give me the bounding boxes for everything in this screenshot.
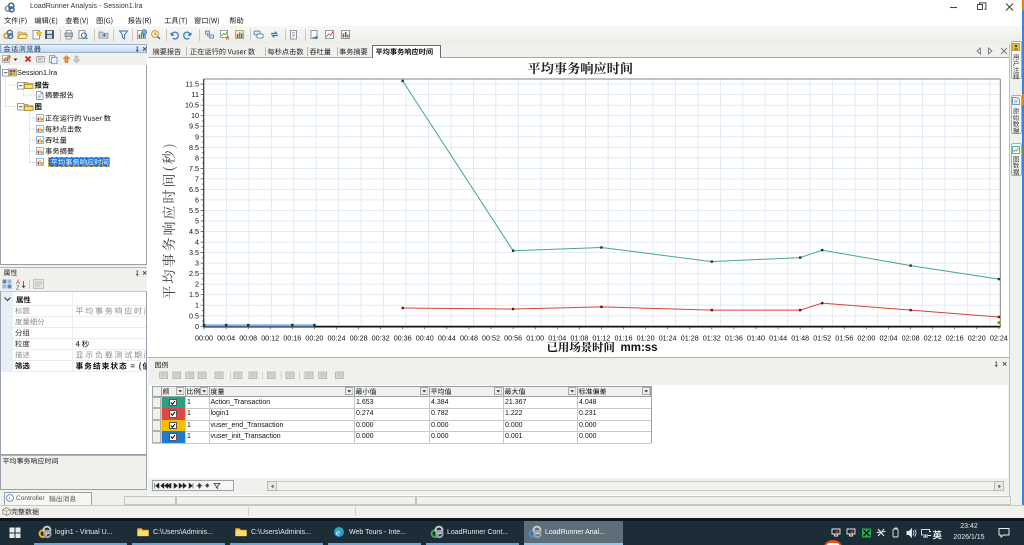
svg-text:11.5: 11.5 bbox=[186, 80, 199, 89]
svg-text:00:08: 00:08 bbox=[239, 334, 257, 343]
svg-text:9: 9 bbox=[195, 132, 199, 141]
svg-text:0.5: 0.5 bbox=[189, 311, 199, 320]
svg-text:01:52: 01:52 bbox=[813, 334, 831, 343]
svg-text:00:28: 00:28 bbox=[350, 334, 368, 343]
svg-text:e: e bbox=[336, 528, 340, 538]
svg-text:8: 8 bbox=[195, 153, 199, 162]
svg-text:00:48: 00:48 bbox=[460, 334, 478, 343]
svg-text:4: 4 bbox=[195, 238, 199, 247]
svg-text:7: 7 bbox=[195, 174, 199, 183]
svg-text:01:04: 01:04 bbox=[548, 334, 566, 343]
svg-text:9.5: 9.5 bbox=[189, 122, 199, 131]
svg-text:10.5: 10.5 bbox=[185, 101, 199, 110]
svg-text:02:00: 02:00 bbox=[857, 334, 875, 343]
svg-text:01:12: 01:12 bbox=[592, 334, 610, 343]
svg-text:01:40: 01:40 bbox=[747, 334, 765, 343]
svg-text:3.5: 3.5 bbox=[189, 248, 199, 257]
svg-text:00:36: 00:36 bbox=[394, 334, 412, 343]
svg-text:8.5: 8.5 bbox=[189, 143, 199, 152]
svg-text:4.5: 4.5 bbox=[189, 227, 199, 236]
svg-text:00:40: 00:40 bbox=[416, 334, 434, 343]
svg-text:01:36: 01:36 bbox=[725, 334, 743, 343]
svg-text:01:28: 01:28 bbox=[681, 334, 699, 343]
svg-text:0: 0 bbox=[195, 322, 199, 331]
svg-text:6: 6 bbox=[195, 195, 199, 204]
svg-text:00:20: 00:20 bbox=[305, 334, 323, 343]
svg-text:11: 11 bbox=[192, 90, 199, 99]
svg-text:01:56: 01:56 bbox=[835, 334, 853, 343]
svg-text:2.5: 2.5 bbox=[189, 269, 199, 278]
svg-text:02:08: 02:08 bbox=[902, 334, 920, 343]
svg-text:00:16: 00:16 bbox=[283, 334, 301, 343]
svg-text:01:48: 01:48 bbox=[791, 334, 809, 343]
svg-text:02:04: 02:04 bbox=[880, 334, 898, 343]
svg-text:00:32: 00:32 bbox=[372, 334, 390, 343]
svg-text:01:44: 01:44 bbox=[769, 334, 787, 343]
svg-text:00:00: 00:00 bbox=[195, 334, 213, 343]
svg-text:01:24: 01:24 bbox=[659, 334, 677, 343]
svg-text:02:12: 02:12 bbox=[924, 334, 942, 343]
svg-text:01:32: 01:32 bbox=[703, 334, 721, 343]
svg-text:7.5: 7.5 bbox=[189, 164, 199, 173]
svg-text:01:08: 01:08 bbox=[570, 334, 588, 343]
svg-text:5: 5 bbox=[195, 217, 199, 226]
svg-text:00:44: 00:44 bbox=[438, 334, 456, 343]
svg-text:1: 1 bbox=[195, 301, 199, 310]
svg-text:00:56: 00:56 bbox=[504, 334, 522, 343]
svg-text:10: 10 bbox=[191, 111, 199, 120]
svg-text:02:16: 02:16 bbox=[946, 334, 964, 343]
svg-text:5.5: 5.5 bbox=[189, 206, 199, 215]
svg-text:00:52: 00:52 bbox=[482, 334, 500, 343]
svg-text:00:04: 00:04 bbox=[217, 334, 235, 343]
svg-text:Z: Z bbox=[16, 286, 20, 291]
svg-text:02:20: 02:20 bbox=[968, 334, 986, 343]
svg-text:2: 2 bbox=[195, 280, 199, 289]
svg-text:00:12: 00:12 bbox=[261, 334, 279, 343]
svg-text:6.5: 6.5 bbox=[189, 185, 199, 194]
svg-text:3: 3 bbox=[195, 259, 199, 268]
svg-text:1.5: 1.5 bbox=[189, 290, 199, 299]
svg-text:01:00: 01:00 bbox=[526, 334, 544, 343]
svg-text:02:24: 02:24 bbox=[990, 334, 1008, 343]
svg-text:00:24: 00:24 bbox=[328, 334, 346, 343]
